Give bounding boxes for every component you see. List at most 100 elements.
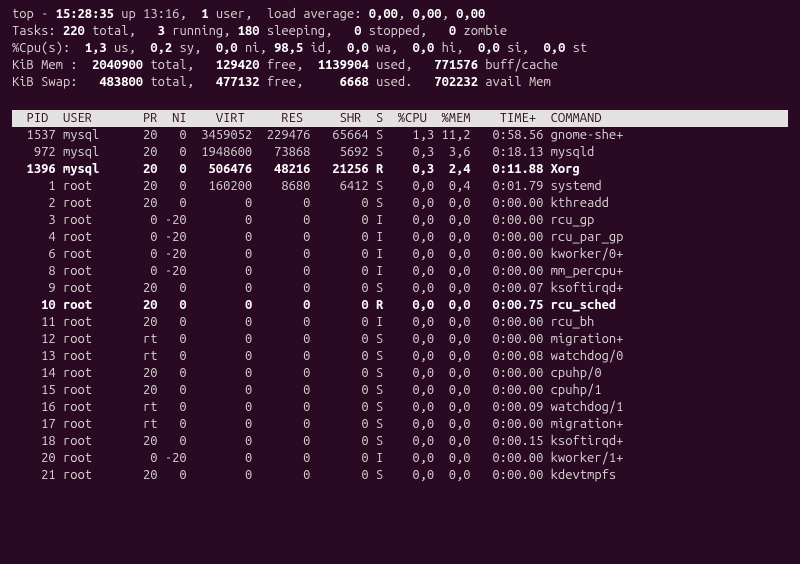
cell-time: 0:00.15: [471, 433, 544, 450]
cell-res: 0: [252, 450, 310, 467]
cell-time: 0:18.13: [471, 144, 544, 161]
cell-time: 0:00.00: [471, 365, 544, 382]
cell-cmd: cpuhp/1: [543, 382, 788, 399]
cell-pr: 20: [128, 195, 157, 212]
cell-ni: 0: [158, 365, 187, 382]
summary-line-1: top - 15:28:35 up 13:16, 1 user, load av…: [12, 6, 788, 23]
col-command[interactable]: COMMAND: [543, 110, 788, 127]
cell-virt: 0: [187, 195, 253, 212]
col-state[interactable]: S: [369, 110, 391, 127]
cell-pr: rt: [128, 331, 157, 348]
process-row[interactable]: 9root200000S0,00,00:00.07ksoftirqd+: [12, 280, 788, 297]
cell-res: 0: [252, 246, 310, 263]
process-row[interactable]: 972mysql2001948600738685692S0,33,60:18.1…: [12, 144, 788, 161]
cell-cmd: migration+: [543, 416, 788, 433]
cell-s: S: [369, 331, 391, 348]
cell-shr: 0: [310, 212, 368, 229]
cell-shr: 0: [310, 229, 368, 246]
blank-line: [12, 91, 788, 108]
process-row[interactable]: 18root200000S0,00,00:00.15ksoftirqd+: [12, 433, 788, 450]
cell-mem: 0,0: [434, 399, 470, 416]
cell-time: 0:00.09: [471, 399, 544, 416]
cell-pid: 14: [12, 365, 56, 382]
cell-pid: 4: [12, 229, 56, 246]
process-row[interactable]: 10root200000R0,00,00:00.75rcu_sched: [12, 297, 788, 314]
cell-mem: 0,0: [434, 331, 470, 348]
process-row[interactable]: 1396mysql2005064764821621256R0,32,40:11.…: [12, 161, 788, 178]
cell-pr: rt: [128, 399, 157, 416]
cell-time: 0:00.00: [471, 246, 544, 263]
cell-res: 0: [252, 467, 310, 484]
cell-user: mysql: [56, 161, 129, 178]
process-row[interactable]: 6root0-20000I0,00,00:00.00kworker/0+: [12, 246, 788, 263]
cell-pid: 2: [12, 195, 56, 212]
process-row[interactable]: 1root20016020086806412S0,00,40:01.79syst…: [12, 178, 788, 195]
cell-user: root: [56, 467, 129, 484]
cell-cpu: 0,0: [391, 246, 435, 263]
process-row[interactable]: 16rootrt0000S0,00,00:00.09watchdog/1: [12, 399, 788, 416]
cell-time: 0:00.00: [471, 195, 544, 212]
cell-cpu: 0,3: [391, 161, 435, 178]
col-virt[interactable]: VIRT: [187, 110, 253, 127]
cell-s: S: [369, 144, 391, 161]
col-time[interactable]: TIME+: [471, 110, 544, 127]
col-mem[interactable]: %MEM: [434, 110, 470, 127]
process-row[interactable]: 20root0-20000I0,00,00:00.00kworker/1+: [12, 450, 788, 467]
process-row[interactable]: 4root0-20000I0,00,00:00.00rcu_par_gp: [12, 229, 788, 246]
cell-virt: 0: [187, 382, 253, 399]
col-shr[interactable]: SHR: [310, 110, 368, 127]
cell-ni: -20: [158, 263, 187, 280]
cell-cmd: mm_percpu+: [543, 263, 788, 280]
cell-cmd: kthreadd: [543, 195, 788, 212]
process-row[interactable]: 15root200000S0,00,00:00.00cpuhp/1: [12, 382, 788, 399]
cell-cpu: 0,0: [391, 416, 435, 433]
col-user[interactable]: USER: [56, 110, 129, 127]
cell-res: 0: [252, 382, 310, 399]
terminal-screen[interactable]: top - 15:28:35 up 13:16, 1 user, load av…: [0, 0, 800, 564]
cell-pr: 20: [128, 382, 157, 399]
cell-res: 0: [252, 314, 310, 331]
process-row[interactable]: 21root200000S0,00,00:00.00kdevtmpfs: [12, 467, 788, 484]
cell-cpu: 0,0: [391, 229, 435, 246]
col-cpu[interactable]: %CPU: [391, 110, 435, 127]
process-row[interactable]: 13rootrt0000S0,00,00:00.08watchdog/0: [12, 348, 788, 365]
cell-ni: 0: [158, 297, 187, 314]
cell-cmd: watchdog/0: [543, 348, 788, 365]
cell-pid: 11: [12, 314, 56, 331]
cell-pid: 3: [12, 212, 56, 229]
process-row[interactable]: 3root0-20000I0,00,00:00.00rcu_gp: [12, 212, 788, 229]
cell-s: S: [369, 382, 391, 399]
cell-ni: -20: [158, 450, 187, 467]
cell-cpu: 0,0: [391, 433, 435, 450]
cell-user: root: [56, 416, 129, 433]
col-pid[interactable]: PID: [12, 110, 56, 127]
cell-cpu: 0,0: [391, 297, 435, 314]
cell-res: 0: [252, 263, 310, 280]
process-row[interactable]: 11root200000I0,00,00:00.00rcu_bh: [12, 314, 788, 331]
cell-ni: 0: [158, 331, 187, 348]
process-row[interactable]: 8root0-20000I0,00,00:00.00mm_percpu+: [12, 263, 788, 280]
cell-pr: 20: [128, 280, 157, 297]
cell-time: 0:00.00: [471, 382, 544, 399]
cell-shr: 21256: [310, 161, 368, 178]
column-header-row[interactable]: PID USER PR NI VIRT RES SHR S %CPU %MEM …: [12, 110, 788, 127]
cell-pr: 20: [128, 433, 157, 450]
col-ni[interactable]: NI: [158, 110, 187, 127]
process-row[interactable]: 12rootrt0000S0,00,00:00.00migration+: [12, 331, 788, 348]
cell-ni: 0: [158, 161, 187, 178]
process-row[interactable]: 2root200000S0,00,00:00.00kthreadd: [12, 195, 788, 212]
cell-mem: 0,0: [434, 246, 470, 263]
cell-time: 0:00.00: [471, 229, 544, 246]
cell-virt: 0: [187, 365, 253, 382]
process-row[interactable]: 14root200000S0,00,00:00.00cpuhp/0: [12, 365, 788, 382]
cell-pid: 6: [12, 246, 56, 263]
process-row[interactable]: 1537mysql200345905222947665664S1,311,20:…: [12, 127, 788, 144]
col-res[interactable]: RES: [252, 110, 310, 127]
col-pr[interactable]: PR: [128, 110, 157, 127]
summary-line-3: %Cpu(s): 1,3 us, 0,2 sy, 0,0 ni, 98,5 id…: [12, 40, 788, 57]
cell-cpu: 0,0: [391, 467, 435, 484]
cell-mem: 0,0: [434, 280, 470, 297]
process-row[interactable]: 17rootrt0000S0,00,00:00.00migration+: [12, 416, 788, 433]
cell-virt: 0: [187, 229, 253, 246]
cell-s: S: [369, 416, 391, 433]
